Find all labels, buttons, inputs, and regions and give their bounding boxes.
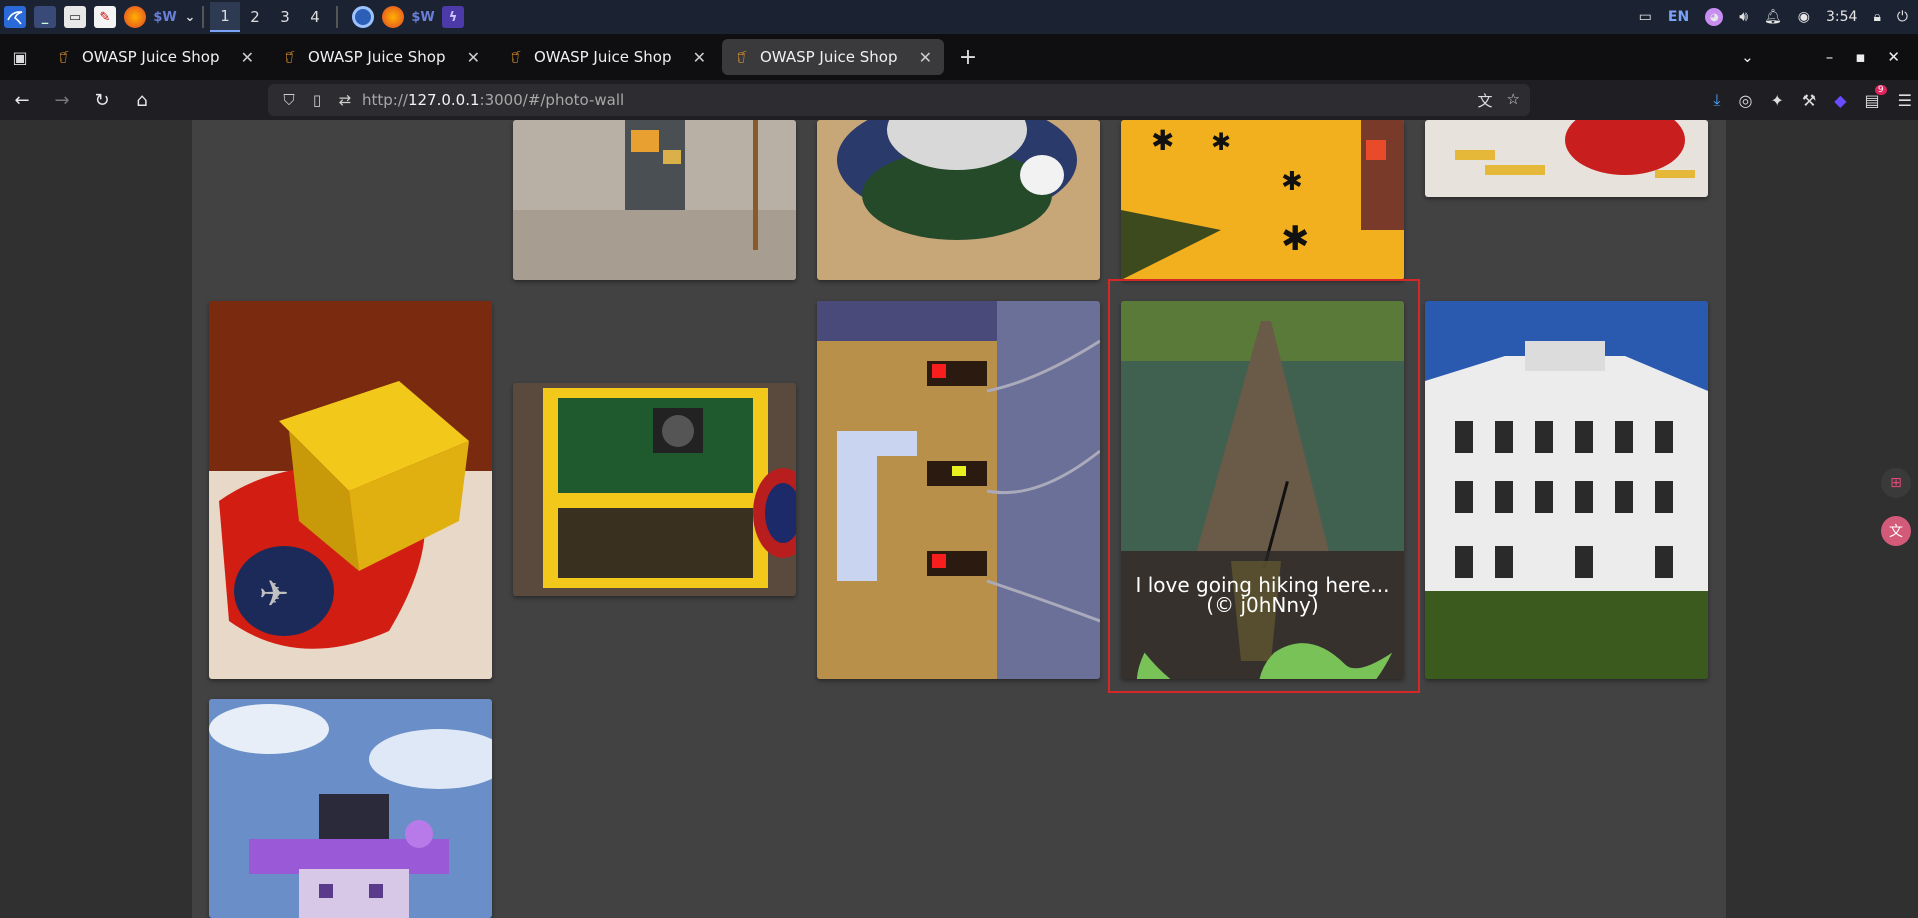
svg-text:✈: ✈	[259, 574, 289, 615]
svg-text:✱: ✱	[1281, 219, 1310, 259]
clock-time[interactable]: 3:54	[1826, 9, 1857, 25]
page-content: ✱ ✱ ✱ ✱ ✈ I love going hiking here... (©…	[0, 120, 1918, 918]
minimize-icon[interactable]: –	[1826, 48, 1834, 66]
url-bar[interactable]: ⛉ ▯ ⇄ http:// 127.0.0.1 :3000/#/photo-wa…	[268, 84, 1530, 116]
photo-highlight-frame	[1108, 279, 1420, 693]
url-scheme: http://	[362, 91, 408, 109]
display-icon[interactable]: ▭	[1639, 9, 1652, 25]
workspace-4[interactable]: 4	[300, 2, 330, 32]
tab-overview-icon[interactable]: ▣	[0, 39, 40, 75]
photo-wall-image[interactable]	[513, 383, 796, 596]
workspace-1[interactable]: 1	[210, 2, 240, 32]
juice-shop-favicon-icon: 🥤︎	[734, 50, 750, 64]
taskbar-separator	[202, 6, 204, 28]
kali-menu-icon[interactable]	[4, 6, 26, 28]
container-icon[interactable]: ▤ 9	[1865, 84, 1887, 110]
juice-shop-favicon-icon: 🥤︎	[56, 50, 72, 64]
close-tab-icon[interactable]: ✕	[467, 48, 480, 67]
tab-juice-shop-1[interactable]: 🥤︎ OWASP Juice Shop ✕	[44, 39, 266, 75]
tab-title: OWASP Juice Shop	[308, 48, 446, 66]
downloads-badge: 9	[1874, 84, 1887, 95]
cat-icon[interactable]: ◕	[1705, 8, 1724, 26]
svg-text:✱: ✱	[1151, 124, 1174, 157]
toolbar-right: ⤓ ◎ ✦ ⚒ ◆ ▤ 9 ☰	[1713, 82, 1912, 118]
permissions-icon[interactable]: ⇄	[334, 91, 356, 109]
close-tab-icon[interactable]: ✕	[241, 48, 254, 67]
download-icon[interactable]: ⤓	[1713, 90, 1720, 110]
firefox-window-icon[interactable]	[382, 6, 404, 28]
home-icon[interactable]: ⌂	[124, 82, 160, 118]
os-taskbar: _ ▭ ✎ $W ⌄ 1 2 3 4 $W ϟ ▭ EN ◕ 🔊︎ 🔔︎ ◉ 3…	[0, 0, 1918, 34]
photo-wall-image[interactable]	[817, 301, 1100, 679]
chevron-down-icon[interactable]: ⌄	[184, 6, 196, 28]
menu-icon[interactable]: ☰	[1898, 91, 1912, 110]
url-path: :3000/#/photo-wall	[479, 91, 625, 109]
chromium-icon[interactable]	[352, 6, 374, 28]
system-tray: ▭ EN ◕ 🔊︎ 🔔︎ ◉ 3:54 🔒︎ ⏻	[1639, 0, 1918, 34]
tools-icon[interactable]: ⚒	[1802, 91, 1816, 110]
workspace-2[interactable]: 2	[240, 2, 270, 32]
photo-wall-image[interactable]	[1425, 120, 1708, 197]
firefox-icon[interactable]	[124, 6, 146, 28]
file-manager-icon[interactable]: ▭	[64, 6, 86, 28]
translate-bubble-icon[interactable]: 文	[1881, 516, 1911, 546]
tab-title: OWASP Juice Shop	[534, 48, 672, 66]
photo-wall-image[interactable]	[817, 120, 1100, 280]
list-all-tabs-icon[interactable]: ⌄	[1741, 48, 1754, 66]
tab-juice-shop-active[interactable]: 🥤︎ OWASP Juice Shop ✕	[722, 39, 944, 75]
keyboard-layout[interactable]: EN	[1668, 9, 1689, 25]
browser-tab-bar: ▣ 🥤︎ OWASP Juice Shop ✕ 🥤︎ OWASP Juice S…	[0, 34, 1918, 80]
close-tab-icon[interactable]: ✕	[919, 48, 932, 67]
photo-wall-image[interactable]: ✈	[209, 301, 492, 679]
reload-icon[interactable]: ↻	[84, 82, 120, 118]
photo-wall-image[interactable]: ✱ ✱ ✱ ✱	[1121, 120, 1404, 280]
photo-wall-image[interactable]	[513, 120, 796, 280]
account-icon[interactable]: ◎	[1739, 91, 1753, 110]
extensions-icon[interactable]: ✦	[1770, 91, 1783, 110]
tab-juice-shop-3[interactable]: 🥤︎ OWASP Juice Shop ✕	[496, 39, 718, 75]
close-window-icon[interactable]: ✕	[1887, 48, 1900, 66]
shield-icon[interactable]: ⛉	[278, 91, 300, 109]
new-tab-button[interactable]: +	[950, 39, 986, 75]
tab-title: OWASP Juice Shop	[760, 48, 898, 66]
terminal-icon[interactable]: _	[34, 6, 56, 28]
bookmark-star-icon[interactable]: ☆	[1507, 90, 1520, 111]
taskbar-separator	[336, 6, 338, 28]
close-tab-icon[interactable]: ✕	[693, 48, 706, 67]
burp-suite-icon[interactable]: $W	[153, 6, 176, 28]
text-editor-icon[interactable]: ✎	[94, 6, 116, 28]
arrow-right-icon[interactable]: →	[44, 82, 80, 118]
notification-bell-icon[interactable]: 🔔︎	[1764, 9, 1782, 25]
translate-icon[interactable]: 文	[1478, 90, 1493, 111]
maximize-icon[interactable]: ▪	[1855, 48, 1865, 66]
page-icon[interactable]: ▯	[306, 91, 328, 109]
extension-purple-icon[interactable]: ◆	[1834, 91, 1846, 110]
extension-grid-icon[interactable]: ⊞	[1881, 468, 1911, 498]
zap-icon[interactable]: ϟ	[442, 6, 464, 28]
arrow-left-icon[interactable]: ←	[4, 82, 40, 118]
burp-window-icon[interactable]: $W	[411, 6, 434, 28]
tab-title: OWASP Juice Shop	[82, 48, 220, 66]
juice-shop-favicon-icon: 🥤︎	[508, 50, 524, 64]
navigation-bar: ← → ↻ ⌂ ⛉ ▯ ⇄ http:// 127.0.0.1 :3000/#/…	[0, 80, 1918, 120]
volume-icon[interactable]: 🔊︎	[1739, 9, 1748, 25]
juice-shop-favicon-icon: 🥤︎	[282, 50, 298, 64]
photo-wall-image[interactable]	[209, 699, 492, 918]
clock-icon: ◉	[1797, 9, 1811, 25]
url-host: 127.0.0.1	[407, 91, 480, 109]
window-controls: ⌄ – ▪ ✕	[1741, 34, 1918, 80]
svg-text:✱: ✱	[1281, 167, 1303, 197]
photo-wall-image[interactable]	[1425, 301, 1708, 679]
power-icon[interactable]: ⏻	[1897, 9, 1908, 25]
workspace-3[interactable]: 3	[270, 2, 300, 32]
lock-icon[interactable]: 🔒︎	[1873, 9, 1880, 25]
tab-juice-shop-2[interactable]: 🥤︎ OWASP Juice Shop ✕	[270, 39, 492, 75]
svg-text:✱: ✱	[1211, 128, 1231, 156]
